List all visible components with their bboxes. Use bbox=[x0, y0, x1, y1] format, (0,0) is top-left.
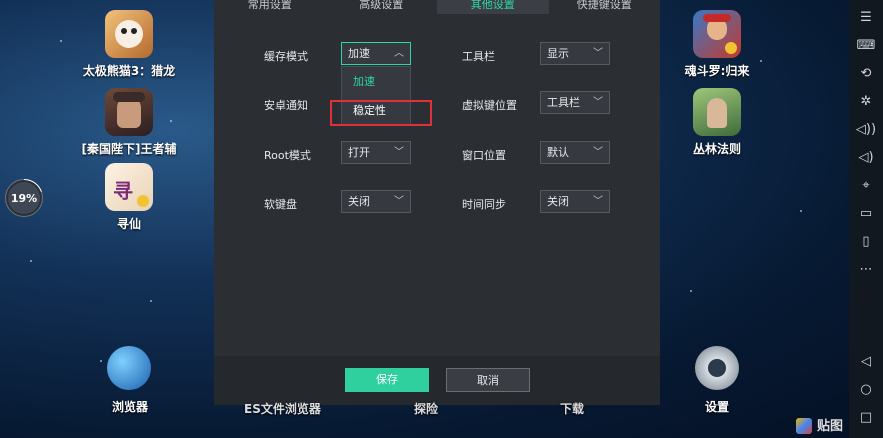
rotate-icon[interactable]: ⟲ bbox=[855, 62, 877, 84]
wangzhe-helper-icon bbox=[105, 88, 153, 136]
root-mode-value: 打开 bbox=[348, 146, 370, 159]
app-taiji-panda[interactable]: 太极熊猫3：猎龙 bbox=[79, 10, 179, 79]
time-sync-select[interactable]: 关闭 ﹀ bbox=[540, 190, 610, 213]
virtual-key-pos-label: 虚拟键位置 bbox=[462, 99, 517, 112]
annotation-highlight-box bbox=[330, 100, 432, 126]
toolbar-value: 显示 bbox=[547, 47, 569, 60]
home-icon[interactable]: ○ bbox=[855, 378, 877, 400]
window-pos-select[interactable]: 默认 ﹀ bbox=[540, 141, 610, 164]
soft-keyboard-value: 关闭 bbox=[348, 195, 370, 208]
app-label: 太极熊猫3：猎龙 bbox=[82, 64, 176, 78]
xunxian-icon: 寻 bbox=[105, 163, 153, 211]
app-jungle-law[interactable]: 丛林法则 bbox=[667, 88, 767, 157]
virtual-key-pos-value: 工具栏 bbox=[547, 96, 580, 109]
root-mode-select[interactable]: 打开 ﹀ bbox=[341, 141, 411, 164]
app-browser[interactable] bbox=[79, 346, 179, 390]
settings-tabs: 常用设置 高级设置 其他设置 快捷键设置 bbox=[214, 0, 660, 14]
soft-keyboard-label: 软键盘 bbox=[264, 198, 297, 211]
dropdown-option-accelerate[interactable]: 加速 bbox=[342, 67, 410, 96]
keyboard-icon[interactable]: ⌨ bbox=[855, 34, 877, 56]
tab-shortcut-settings[interactable]: 快捷键设置 bbox=[549, 0, 661, 14]
chevron-down-icon: ﹀ bbox=[394, 196, 404, 207]
explore-label: 探险 bbox=[414, 402, 439, 416]
download-label: 下载 bbox=[560, 402, 585, 416]
tab-other-settings[interactable]: 其他设置 bbox=[437, 0, 549, 14]
window-pos-value: 默认 bbox=[547, 146, 569, 159]
cancel-button[interactable]: 取消 bbox=[446, 368, 530, 392]
app-contra-return[interactable]: 魂斗罗:归来 bbox=[667, 10, 767, 79]
tab-common-settings[interactable]: 常用设置 bbox=[214, 0, 326, 14]
volume-up-icon[interactable]: ◁)) bbox=[855, 118, 877, 140]
toolbar-label: 工具栏 bbox=[462, 50, 495, 63]
globe-icon bbox=[107, 346, 151, 390]
toolbar-select[interactable]: 显示 ﹀ bbox=[540, 42, 610, 65]
shake-icon[interactable]: ▯ bbox=[855, 230, 877, 252]
es-file-browser-label: ES文件浏览器 bbox=[244, 402, 321, 416]
root-mode-label: Root模式 bbox=[264, 149, 311, 162]
browser-label: 浏览器 bbox=[112, 400, 149, 414]
chevron-down-icon: ﹀ bbox=[593, 147, 603, 158]
contra-return-icon bbox=[693, 10, 741, 58]
cache-mode-select[interactable]: 加速 ︿ bbox=[341, 42, 411, 65]
app-settings[interactable] bbox=[667, 346, 767, 390]
chevron-down-icon: ﹀ bbox=[593, 196, 603, 207]
settings-icon[interactable]: ✲ bbox=[855, 90, 877, 112]
settings-dialog: 常用设置 高级设置 其他设置 快捷键设置 缓存模式 加速 ︿ 安卓通知 Root… bbox=[214, 0, 660, 405]
chevron-down-icon: ﹀ bbox=[593, 48, 603, 59]
chevron-down-icon: ﹀ bbox=[593, 97, 603, 108]
app-label: 丛林法则 bbox=[692, 142, 741, 156]
app-label: [秦国陛下]王者辅 bbox=[81, 142, 177, 156]
jungle-law-icon bbox=[693, 88, 741, 136]
save-button[interactable]: 保存 bbox=[345, 368, 429, 392]
watermark-icon bbox=[796, 418, 813, 434]
location-icon[interactable]: ⌖ bbox=[855, 174, 877, 196]
virtual-key-pos-select[interactable]: 工具栏 ﹀ bbox=[540, 91, 610, 114]
settings-label: 设置 bbox=[705, 400, 730, 414]
menu-icon[interactable]: ☰ bbox=[855, 6, 877, 28]
app-xunxian[interactable]: 寻 寻仙 bbox=[79, 163, 179, 232]
volume-down-icon[interactable]: ◁) bbox=[855, 146, 877, 168]
android-notify-label: 安卓通知 bbox=[264, 99, 308, 112]
tab-advanced-settings[interactable]: 高级设置 bbox=[326, 0, 438, 14]
soft-keyboard-select[interactable]: 关闭 ﹀ bbox=[341, 190, 411, 213]
app-label: 魂斗罗:归来 bbox=[684, 64, 750, 78]
system-toolbar: ☰ ⌨ ⟲ ✲ ◁)) ◁) ⌖ ▭ ▯ ⋯ ◁ ○ □ bbox=[849, 0, 883, 438]
taiji-panda-icon bbox=[105, 10, 153, 58]
cache-mode-label: 缓存模式 bbox=[264, 50, 308, 63]
chevron-up-icon: ︿ bbox=[394, 48, 404, 59]
time-sync-label: 时间同步 bbox=[462, 198, 506, 211]
app-wangzhe-helper[interactable]: [秦国陛下]王者辅 bbox=[79, 88, 179, 157]
memory-usage-ring[interactable]: 19% bbox=[8, 182, 40, 214]
watermark-logo: 贴图 bbox=[796, 415, 843, 434]
chevron-down-icon: ﹀ bbox=[394, 147, 404, 158]
back-icon[interactable]: ◁ bbox=[855, 350, 877, 372]
memory-usage-value: 19% bbox=[10, 191, 38, 205]
folder-icon[interactable]: ▭ bbox=[855, 202, 877, 224]
app-label: 寻仙 bbox=[116, 217, 141, 231]
dock-labels: 浏览器 ES文件浏览器 探险 下载 设置 bbox=[0, 396, 883, 438]
time-sync-value: 关闭 bbox=[547, 195, 569, 208]
cache-mode-value: 加速 bbox=[348, 47, 370, 60]
gear-icon bbox=[695, 346, 739, 390]
watermark-text: 贴图 bbox=[816, 418, 843, 434]
recents-icon[interactable]: □ bbox=[855, 406, 877, 428]
window-pos-label: 窗口位置 bbox=[462, 149, 506, 162]
more-icon[interactable]: ⋯ bbox=[855, 258, 877, 280]
